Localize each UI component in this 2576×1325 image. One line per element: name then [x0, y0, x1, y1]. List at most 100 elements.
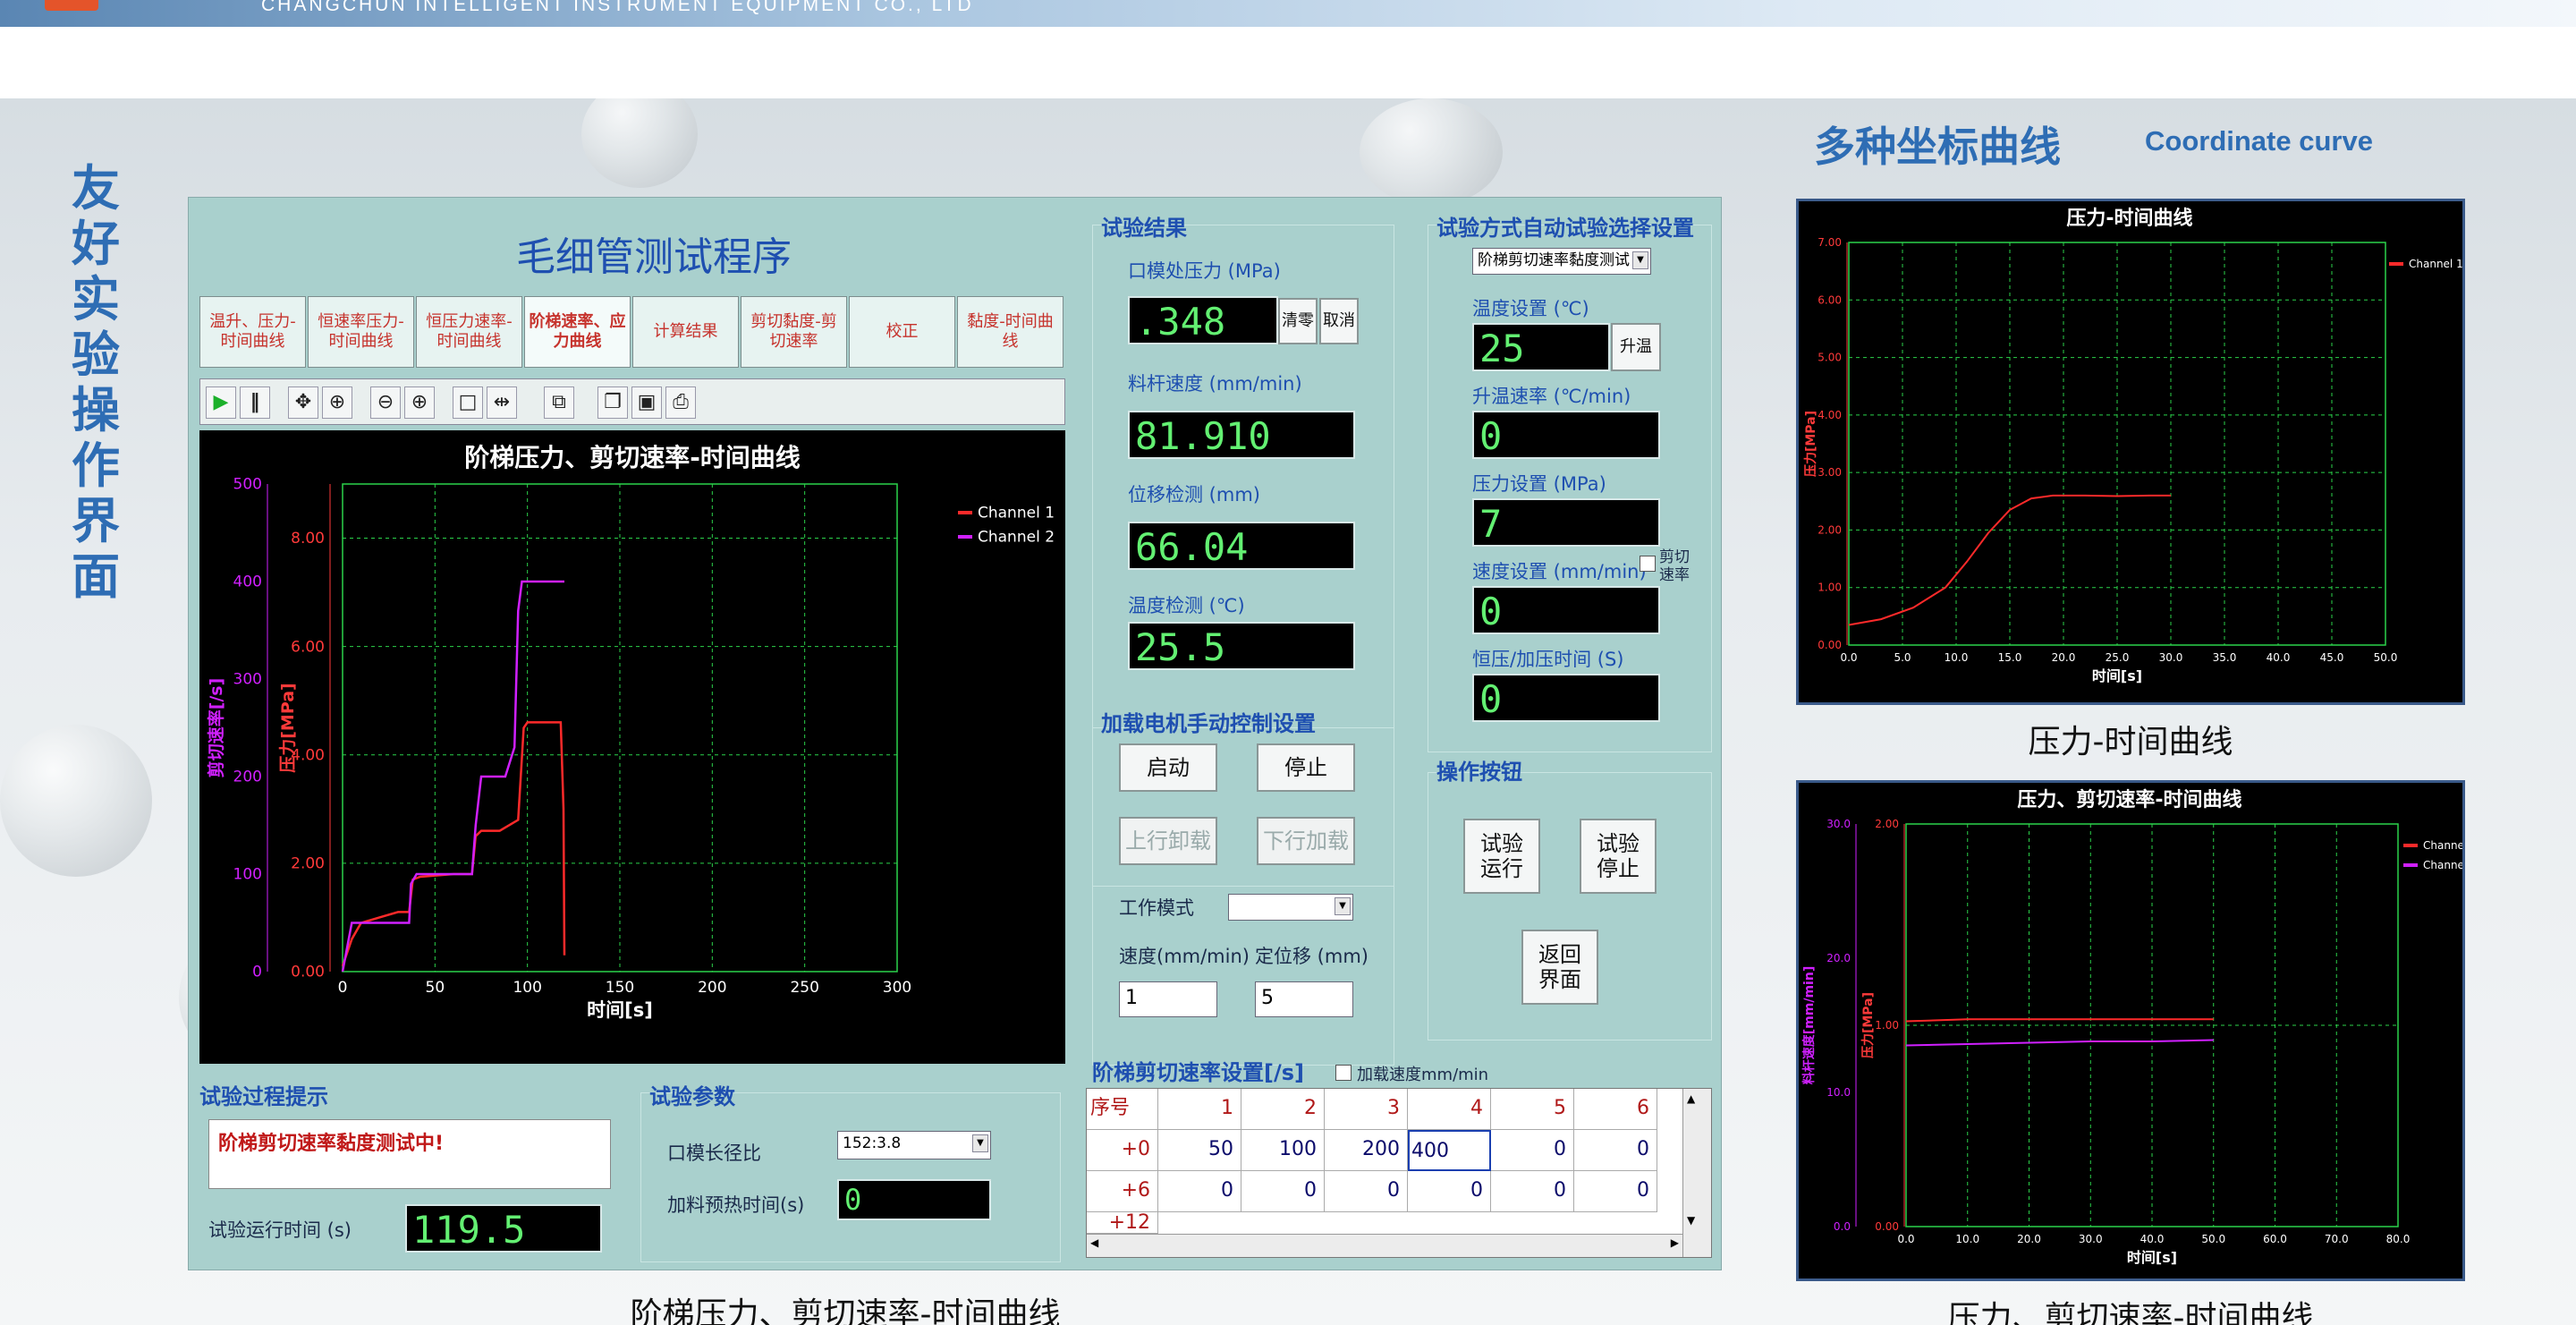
y-axis-label: 压力[MPa] — [1860, 992, 1876, 1058]
table-cell-editing[interactable]: 400 — [1408, 1130, 1491, 1171]
x-tick-label: 10.0 — [1945, 651, 1969, 664]
table-horizontal-scrollbar[interactable]: ◀ ▶ — [1087, 1234, 1682, 1257]
pause-icon[interactable]: ‖ — [240, 386, 270, 419]
x-tick-label: 45.0 — [2320, 651, 2344, 664]
y-tick-label: 6.00 — [1818, 293, 1842, 306]
print-icon[interactable]: ⎙ — [665, 386, 696, 419]
tab-pressure-rate-time[interactable]: 恒压力速率-时间曲线 — [416, 296, 522, 368]
die-pressure-label: 口模处压力 (MPa) — [1128, 260, 1281, 282]
zoom-out-icon[interactable]: ⊖ — [370, 386, 401, 419]
main-caption: 阶梯压力、剪切速率-时间曲线 — [630, 1296, 1061, 1325]
results-title: 试验结果 — [1101, 216, 1187, 241]
run-time-display: 119.5 — [405, 1204, 602, 1253]
y2-tick-label: 30.0 — [1826, 818, 1851, 830]
x-axis-label: 时间[s] — [587, 999, 653, 1021]
y-tick-label: 3.00 — [1818, 466, 1842, 479]
work-mode-select[interactable]: ▼ — [1228, 894, 1353, 921]
table-cell[interactable]: 0 — [1491, 1171, 1574, 1212]
tab-calibration[interactable]: 校正 — [849, 296, 955, 368]
speed-set-display[interactable]: 0 — [1472, 586, 1660, 634]
temp-set-display[interactable]: 25 — [1472, 323, 1610, 371]
test-mode-select[interactable]: 阶梯剪切速率黏度测试 ▼ — [1472, 248, 1651, 275]
shear-rate-checkbox[interactable] — [1640, 556, 1656, 572]
start-button[interactable]: 启动 — [1119, 743, 1217, 792]
stop-test-button[interactable]: 试验停止 — [1580, 819, 1657, 894]
x-tick-label: 35.0 — [2213, 651, 2237, 664]
x-tick-label: 200 — [698, 979, 726, 997]
step-title: 阶梯剪切速率设置[/s] — [1092, 1060, 1304, 1085]
pressure-set-label: 压力设置 (MPa) — [1472, 473, 1606, 495]
heat-rate-label: 升温速率 (℃/min) — [1472, 386, 1631, 407]
y2-tick-label: 300 — [233, 671, 262, 689]
y2-tick-label: 200 — [233, 769, 262, 786]
top-banner: CHANGCHUN INTELLIGENT INSTRUMENT EQUIPME… — [0, 0, 2576, 27]
ld-ratio-value: 152:3.8 — [843, 1134, 902, 1152]
load-speed-checkbox[interactable] — [1335, 1065, 1352, 1081]
table-cell[interactable]: 100 — [1241, 1130, 1325, 1171]
play-icon[interactable]: ▶ — [206, 386, 236, 419]
x-tick-label: 0.0 — [1840, 651, 1857, 664]
select-icon[interactable]: □ — [453, 386, 483, 419]
preheat-display: 0 — [837, 1179, 991, 1220]
table-cell[interactable]: 0 — [1408, 1171, 1491, 1212]
heat-rate-display[interactable]: 0 — [1472, 411, 1660, 459]
copy-icon[interactable]: ⧉ — [544, 386, 574, 419]
table-cell[interactable]: 0 — [1325, 1171, 1408, 1212]
y-tick-label: 0.00 — [1818, 639, 1842, 651]
scroll-up-icon[interactable]: ▲ — [1687, 1092, 1695, 1105]
table-cell[interactable]: 50 — [1158, 1130, 1241, 1171]
back-button[interactable]: 返回界面 — [1521, 930, 1598, 1005]
tab-viscosity-time[interactable]: 黏度-时间曲线 — [957, 296, 1063, 368]
x-tick-label: 50 — [426, 979, 445, 997]
scroll-right-icon[interactable]: ▶ — [1671, 1236, 1679, 1249]
temp-label: 温度检测 (℃) — [1128, 595, 1245, 616]
side-title: 友好实验操作界面 — [72, 160, 120, 605]
chart-toolbar: ▶ ‖ ✥ ⊕ ⊖ ⊕ □ ⇹ ⧉ ❐ ▣ ⎙ — [199, 378, 1065, 425]
x-tick-label: 60.0 — [2263, 1233, 2287, 1245]
zoom-in-icon[interactable]: ⊕ — [404, 386, 435, 419]
stop-button[interactable]: 停止 — [1257, 743, 1355, 792]
tab-results[interactable]: 计算结果 — [632, 296, 739, 368]
scroll-down-icon[interactable]: ▼ — [1687, 1214, 1695, 1227]
fit-icon[interactable]: ⇹ — [487, 386, 517, 419]
paste-icon[interactable]: ❐ — [597, 386, 628, 419]
ld-ratio-select[interactable]: 152:3.8 ▼ — [837, 1131, 991, 1159]
y-axis-label: 压力[MPa] — [277, 683, 298, 773]
rod-speed-display: 81.910 — [1128, 411, 1355, 459]
table-vertical-scrollbar[interactable]: ▲ ▼ — [1682, 1089, 1711, 1257]
ops-title: 操作按钮 — [1436, 760, 1522, 785]
table-cell[interactable]: 0 — [1491, 1130, 1574, 1171]
tab-step-rate-stress[interactable]: 阶梯速率、应力曲线 — [524, 296, 631, 368]
ld-ratio-label: 口模长径比 — [667, 1142, 761, 1164]
table-cell[interactable]: 0 — [1574, 1130, 1657, 1171]
x-tick-label: 30.0 — [2079, 1233, 2103, 1245]
run-test-button[interactable]: 试验运行 — [1463, 819, 1540, 894]
table-cell[interactable]: 0 — [1241, 1171, 1325, 1212]
pressure-set-display[interactable]: 7 — [1472, 498, 1660, 547]
table-cell[interactable]: 0 — [1158, 1171, 1241, 1212]
table-header-cell: 6 — [1574, 1089, 1657, 1130]
pos-input[interactable]: 5 — [1255, 981, 1353, 1017]
down-load-button[interactable]: 下行加载 — [1257, 817, 1355, 865]
save-icon[interactable]: ▣ — [631, 386, 662, 419]
hold-time-display[interactable]: 0 — [1472, 674, 1660, 722]
clear-button[interactable]: 清零 — [1278, 298, 1318, 344]
pan-icon[interactable]: ✥ — [288, 386, 318, 419]
y-tick-label: 4.00 — [1818, 409, 1842, 421]
right-heading-zh: 多种坐标曲线 — [1814, 123, 2061, 171]
tab-viscosity-rate[interactable]: 剪切黏度-剪切速率 — [741, 296, 847, 368]
up-unload-button[interactable]: 上行卸载 — [1119, 817, 1217, 865]
heat-button[interactable]: 升温 — [1611, 323, 1661, 371]
slide: CHANGCHUN INTELLIGENT INSTRUMENT EQUIPME… — [0, 0, 2576, 1325]
table-cell[interactable]: 0 — [1574, 1171, 1657, 1212]
zoom-region-icon[interactable]: ⊕ — [322, 386, 352, 419]
x-tick-label: 0.0 — [1897, 1233, 1914, 1245]
table-cell[interactable]: 200 — [1325, 1130, 1408, 1171]
process-message: 阶梯剪切速率黏度测试中! — [208, 1119, 611, 1189]
table-header-cell: 1 — [1158, 1089, 1241, 1130]
cancel-button[interactable]: 取消 — [1319, 298, 1359, 344]
scroll-left-icon[interactable]: ◀ — [1090, 1236, 1098, 1249]
tab-temp-pressure-time[interactable]: 温升、压力-时间曲线 — [199, 296, 306, 368]
speed-input[interactable]: 1 — [1119, 981, 1217, 1017]
tab-rate-pressure-time[interactable]: 恒速率压力-时间曲线 — [308, 296, 414, 368]
